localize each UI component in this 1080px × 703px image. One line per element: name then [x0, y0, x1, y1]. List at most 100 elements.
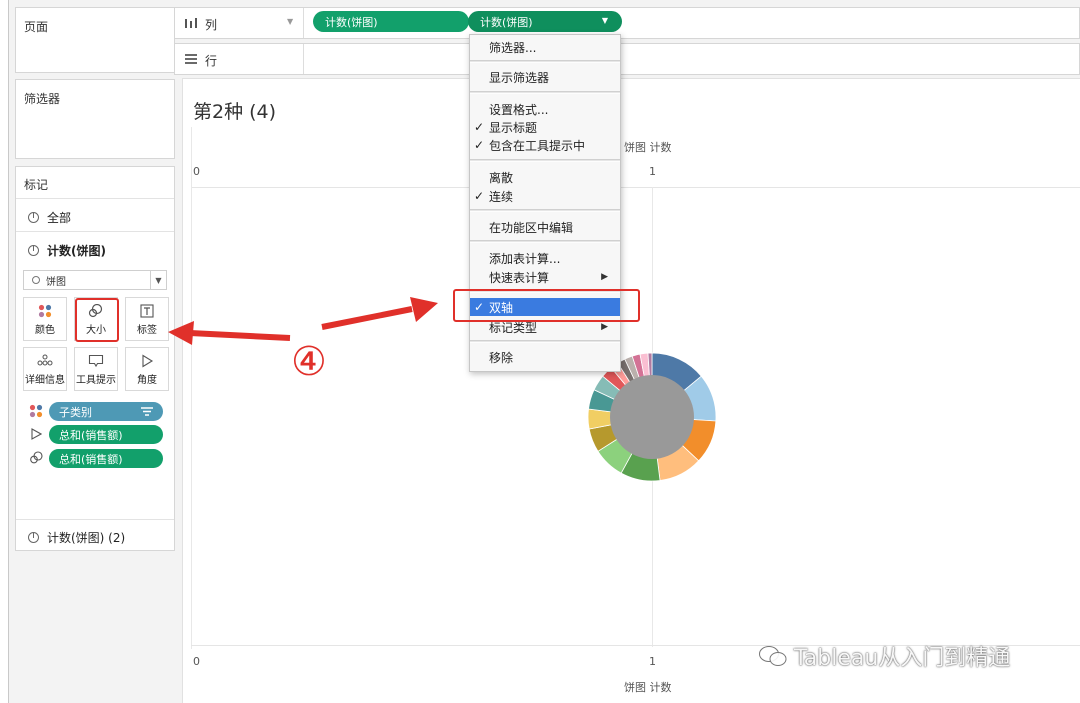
axis-tick-0-top: 0	[193, 165, 200, 178]
marks-all-row[interactable]: 全部	[28, 209, 71, 226]
gridline-left	[191, 127, 192, 649]
menu-item-discrete[interactable]: 离散	[470, 168, 620, 186]
axis-tick-1-top: 1	[649, 165, 656, 178]
color-button-label: 颜色	[35, 325, 55, 336]
menu-separator	[470, 209, 620, 212]
marks-layer1-row[interactable]: 计数(饼图)	[28, 242, 106, 259]
detail-dots-icon	[37, 354, 53, 366]
menu-item-label: 包含在工具提示中	[489, 138, 586, 153]
menu-separator	[470, 240, 620, 243]
tooltip-button[interactable]: 工具提示	[74, 347, 118, 391]
marks-layer1-label: 计数(饼图)	[47, 244, 106, 258]
menu-item-label: 快速表计算	[489, 270, 550, 285]
marks-card: 标记 全部 计数(饼图) 饼图 ▼ 颜色 大小 标签 详细信息 工具提示 角度 …	[15, 166, 175, 551]
rows-icon	[185, 54, 197, 64]
angle-icon	[31, 428, 42, 440]
menu-item-continuous[interactable]: ✓ 连续	[470, 187, 620, 205]
pie-chart-icon	[28, 532, 39, 543]
menu-item-add-table-calc[interactable]: 添加表计算...	[470, 249, 620, 267]
axis-title-bottom: 饼图 计数	[624, 681, 672, 694]
field-pill-subcategory[interactable]: 子类别	[49, 402, 163, 421]
pie-chart-icon	[28, 212, 39, 223]
view-canvas[interactable]: 第2种 (4) 饼图 计数 0 1 0 1 饼图 计数	[182, 78, 1080, 703]
pie-chart-icon	[32, 276, 40, 284]
field-pill-label: 总和(销售额)	[59, 452, 123, 466]
label-button-label: 标签	[137, 325, 157, 336]
menu-item-label: 添加表计算...	[489, 251, 561, 266]
menu-separator	[470, 340, 620, 343]
menu-item-remove[interactable]: 移除	[470, 348, 620, 366]
column-pill-label: 计数(饼图)	[480, 15, 533, 29]
size-icon	[30, 451, 43, 464]
arrow-left-shaft	[189, 330, 291, 341]
marks-layer2-row[interactable]: 计数(饼图) (2)	[28, 529, 125, 546]
chat-bubbles-icon	[759, 646, 787, 666]
axis-tick-1-bottom: 1	[649, 655, 656, 668]
angle-button-label: 角度	[137, 375, 157, 386]
submenu-arrow-icon: ▶	[601, 322, 608, 332]
size-highlight-box	[75, 298, 119, 342]
menu-item-label: 连续	[489, 189, 514, 204]
menu-item-label: 显示标题	[489, 120, 538, 135]
tooltip-button-label: 工具提示	[76, 375, 116, 386]
menu-item-label: 在功能区中编辑	[489, 220, 574, 235]
donut-center	[610, 375, 694, 459]
submenu-arrow-icon: ▶	[601, 272, 608, 282]
chevron-down-icon[interactable]: ▼	[602, 16, 608, 25]
marks-title: 标记	[24, 178, 49, 192]
pages-card: 页面	[15, 7, 175, 73]
watermark-text: Tableau从入门到精通	[794, 646, 1011, 671]
mark-type-dropdown[interactable]: 饼图 ▼	[23, 270, 167, 290]
text-label-icon	[140, 304, 154, 318]
filters-card: 筛选器	[15, 79, 175, 159]
menu-item-include-tooltip[interactable]: ✓ 包含在工具提示中	[470, 136, 620, 154]
sort-icon	[141, 407, 153, 416]
column-pill-2[interactable]: 计数(饼图) ▼	[468, 11, 622, 32]
columns-shelf[interactable]: 列 ▼	[174, 7, 1080, 39]
chevron-down-icon[interactable]: ▼	[287, 17, 293, 26]
color-palette-icon	[29, 404, 43, 418]
field-pill-label: 总和(销售额)	[59, 428, 123, 442]
tooltip-icon	[88, 354, 104, 368]
column-pill-1[interactable]: 计数(饼图)	[313, 11, 469, 32]
menu-item-show-header[interactable]: ✓ 显示标题	[470, 118, 620, 136]
menu-item-label: 离散	[489, 170, 514, 185]
color-button[interactable]: 颜色	[23, 297, 67, 341]
marks-all-label: 全部	[47, 211, 72, 225]
menu-item-label: 设置格式...	[489, 102, 549, 117]
detail-button[interactable]: 详细信息	[23, 347, 67, 391]
field-pill-sales-angle[interactable]: 总和(销售额)	[49, 425, 163, 444]
pages-title: 页面	[24, 20, 49, 34]
watermark: Tableau从入门到精通	[758, 640, 1010, 672]
columns-label: 列	[205, 18, 218, 32]
menu-item-show-filter[interactable]: 显示筛选器	[470, 68, 620, 86]
menu-item-label: 移除	[489, 350, 514, 365]
divider	[16, 198, 174, 199]
checkmark-icon: ✓	[474, 120, 485, 134]
rows-shelf[interactable]: 行	[174, 43, 1080, 75]
filters-title: 筛选器	[24, 92, 61, 106]
divider	[16, 231, 174, 232]
dual-axis-highlight-box	[453, 289, 640, 322]
menu-item-quick-table-calc[interactable]: 快速表计算 ▶	[470, 268, 620, 286]
arrow-left-head	[168, 321, 194, 345]
menu-item-label: 显示筛选器	[489, 70, 550, 85]
divider	[16, 519, 174, 520]
menu-item-format[interactable]: 设置格式...	[470, 100, 620, 118]
axis-tick-0-bottom: 0	[193, 655, 200, 668]
angle-icon	[142, 354, 154, 368]
menu-item-filter[interactable]: 筛选器...	[470, 38, 620, 56]
axis-title-top: 饼图 计数	[624, 141, 672, 154]
divider	[303, 8, 304, 38]
axis-line-top	[191, 187, 1080, 188]
menu-item-edit-in-shelf[interactable]: 在功能区中编辑	[470, 218, 620, 236]
step-number: ④	[291, 339, 327, 385]
divider	[303, 44, 304, 74]
arrow-right-head	[410, 297, 438, 322]
mark-type-value: 饼图	[46, 276, 66, 288]
menu-item-label: 筛选器...	[489, 40, 537, 55]
arrow-right-shaft	[321, 306, 413, 330]
field-pill-sales-size[interactable]: 总和(销售额)	[49, 449, 163, 468]
checkmark-icon: ✓	[474, 138, 485, 152]
menu-separator	[470, 159, 620, 162]
